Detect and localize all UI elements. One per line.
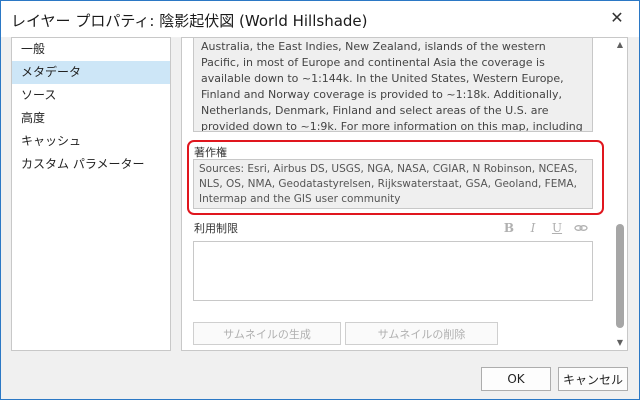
sidebar-item-metadata[interactable]: メタデータ — [12, 61, 170, 84]
description-text: Australia, the East Indies, New Zealand,… — [201, 40, 583, 132]
sidebar-item-label: カスタム パラメーター — [21, 157, 145, 171]
sidebar-item-general[interactable]: 一般 — [12, 38, 170, 61]
usage-limitations-label: 利用制限 — [194, 222, 238, 235]
italic-button[interactable]: I — [526, 221, 540, 235]
metadata-panel: Australia, the East Indies, New Zealand,… — [181, 37, 628, 351]
underline-button[interactable]: U — [550, 221, 564, 235]
sidebar-item-cache[interactable]: キャッシュ — [12, 130, 170, 153]
sidebar-item-elevation[interactable]: 高度 — [12, 107, 170, 130]
sidebar-item-label: メタデータ — [21, 65, 82, 79]
dialog-title: レイヤー プロパティ: 陰影起伏図 (World Hillshade) — [11, 12, 368, 30]
scroll-thumb[interactable] — [616, 224, 624, 328]
sidebar-item-label: 一般 — [21, 42, 46, 56]
copyright-field[interactable]: Sources: Esri, Airbus DS, USGS, NGA, NAS… — [193, 159, 593, 209]
ok-button[interactable]: OK — [481, 367, 551, 391]
scroll-up-icon[interactable]: ▲ — [615, 40, 625, 50]
sidebar-item-label: ソース — [21, 88, 57, 102]
scroll-down-icon[interactable]: ▼ — [615, 338, 625, 348]
description-field[interactable]: Australia, the East Indies, New Zealand,… — [193, 38, 593, 132]
sidebar-item-source[interactable]: ソース — [12, 84, 170, 107]
format-toolbar: B I U — [502, 220, 588, 236]
generate-thumbnail-button[interactable]: サムネイルの生成 — [193, 322, 341, 345]
copyright-label: 著作権 — [194, 146, 227, 159]
bold-button[interactable]: B — [502, 221, 516, 235]
delete-thumbnail-button[interactable]: サムネイルの削除 — [345, 322, 498, 345]
close-icon: ✕ — [610, 7, 624, 27]
close-button[interactable]: ✕ — [595, 1, 639, 33]
link-icon-graphic — [574, 225, 588, 231]
link-icon[interactable] — [574, 221, 588, 235]
sidebar-item-custom-parameters[interactable]: カスタム パラメーター — [12, 153, 170, 176]
vertical-scrollbar[interactable]: ▲ ▼ — [613, 38, 627, 350]
cancel-button[interactable]: キャンセル — [558, 367, 628, 391]
layer-properties-dialog: レイヤー プロパティ: 陰影起伏図 (World Hillshade) ✕ 一般… — [0, 0, 640, 400]
sidebar-nav: 一般 メタデータ ソース 高度 キャッシュ カスタム パラメーター — [11, 37, 171, 351]
sidebar-item-label: 高度 — [21, 111, 46, 125]
usage-limitations-field[interactable] — [193, 241, 593, 301]
sidebar-item-label: キャッシュ — [21, 134, 82, 148]
title-bar: レイヤー プロパティ: 陰影起伏図 (World Hillshade) ✕ — [1, 1, 639, 37]
